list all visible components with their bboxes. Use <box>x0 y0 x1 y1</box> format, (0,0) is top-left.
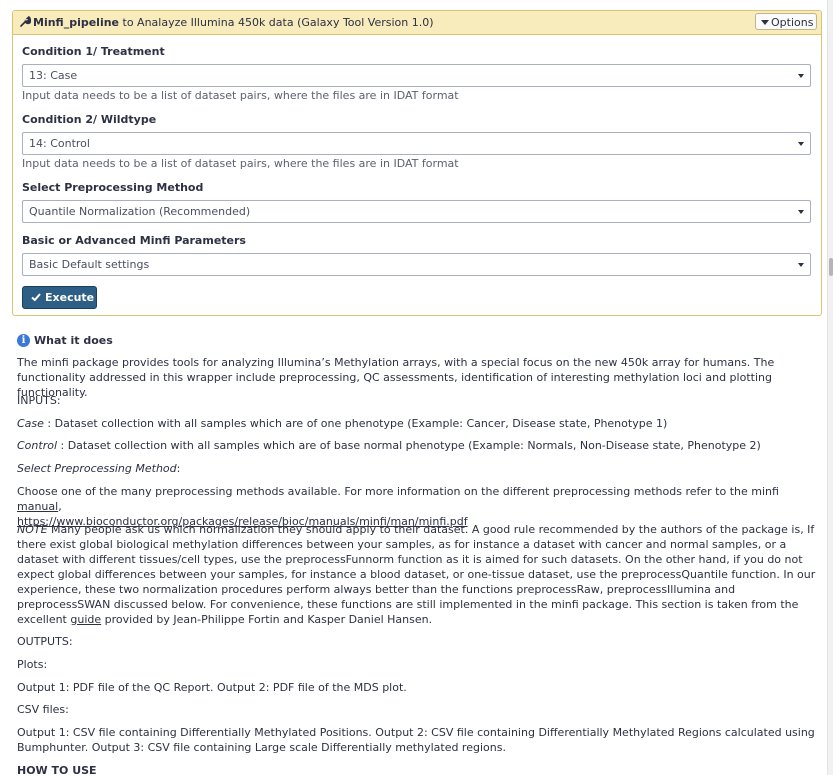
what-it-does-heading: What it does <box>34 334 113 347</box>
preprocessing-method-label: Select Preprocessing Method <box>22 181 204 194</box>
note-term: NOTE <box>17 523 48 536</box>
minfi-parameters-value: Basic Default settings <box>29 258 150 271</box>
condition2-help: Input data needs to be a list of dataset… <box>22 157 459 170</box>
note-paragraph: NOTE Many people ask us which normalizat… <box>17 522 817 627</box>
manual-link[interactable]: manual <box>17 500 58 513</box>
case-text: : Dataset collection with all samples wh… <box>43 417 668 430</box>
options-button[interactable]: Options <box>755 13 817 30</box>
outputs-heading: OUTPUTS: <box>17 635 73 648</box>
preprocessing-method-select[interactable]: Quantile Normalization (Recommended) <box>22 200 811 223</box>
chevron-down-icon <box>798 74 804 78</box>
condition1-help: Input data needs to be a list of dataset… <box>22 89 459 102</box>
how-to-use-heading: HOW TO USE <box>17 764 97 777</box>
condition1-select[interactable]: 13: Case <box>22 64 811 87</box>
condition2-select[interactable]: 14: Control <box>22 132 811 155</box>
tool-form-panel: Minfi_pipeline to Analayze Illumina 450k… <box>12 10 822 316</box>
condition2-value: 14: Control <box>29 137 90 150</box>
chevron-down-icon <box>798 210 804 214</box>
scrollbar[interactable] <box>827 0 833 775</box>
select-method-heading: Select Preprocessing Method: <box>17 461 817 476</box>
chevron-down-icon <box>798 142 804 146</box>
guide-link[interactable]: guide <box>70 613 101 626</box>
caret-down-icon <box>761 20 769 25</box>
tool-header: Minfi_pipeline to Analayze Illumina 450k… <box>13 11 821 35</box>
minfi-parameters-label: Basic or Advanced Minfi Parameters <box>22 234 246 247</box>
csv-text: Output 1: CSV file containing Differenti… <box>17 726 815 754</box>
scrollbar-thumb[interactable] <box>829 258 833 276</box>
plots-text: Output 1: PDF file of the QC Report. Out… <box>17 681 407 694</box>
condition2-label: Condition 2/ Wildtype <box>22 113 157 126</box>
tool-title: Minfi_pipeline to Analayze Illumina 450k… <box>20 15 434 29</box>
choose-comma: , <box>58 500 62 513</box>
options-label: Options <box>771 16 814 29</box>
inputs-heading: INPUTS: <box>17 394 61 407</box>
check-icon <box>31 292 41 305</box>
preprocessing-method-value: Quantile Normalization (Recommended) <box>29 205 251 218</box>
execute-label: Execute <box>45 291 95 304</box>
case-term: Case <box>17 417 44 430</box>
select-method-term: Select Preprocessing Method <box>17 462 177 475</box>
minfi-parameters-select[interactable]: Basic Default settings <box>22 253 811 276</box>
csv-heading: CSV files: <box>17 703 69 716</box>
control-term: Control <box>17 439 58 452</box>
note-text: Many people ask us which normalization t… <box>17 523 816 626</box>
chevron-down-icon <box>798 263 804 267</box>
plots-heading: Plots: <box>17 658 48 671</box>
condition1-value: 13: Case <box>29 69 78 82</box>
choose-text: Choose one of the many preprocessing met… <box>17 485 779 498</box>
note-end: provided by Jean-Philippe Fortin and Kas… <box>101 613 433 626</box>
execute-button[interactable]: Execute <box>22 286 97 309</box>
info-icon: i <box>17 334 30 347</box>
tool-name: Minfi_pipeline <box>33 16 120 29</box>
wrench-icon <box>20 15 32 27</box>
control-description: Control : Dataset collection with all sa… <box>17 438 817 453</box>
tool-title-rest: to Analayze Illumina 450k data (Galaxy T… <box>119 16 434 29</box>
control-text: : Dataset collection with all samples wh… <box>57 439 761 452</box>
case-description: Case : Dataset collection with all sampl… <box>17 416 817 431</box>
select-method-colon: : <box>176 462 181 475</box>
condition1-label: Condition 1/ Treatment <box>22 45 165 58</box>
